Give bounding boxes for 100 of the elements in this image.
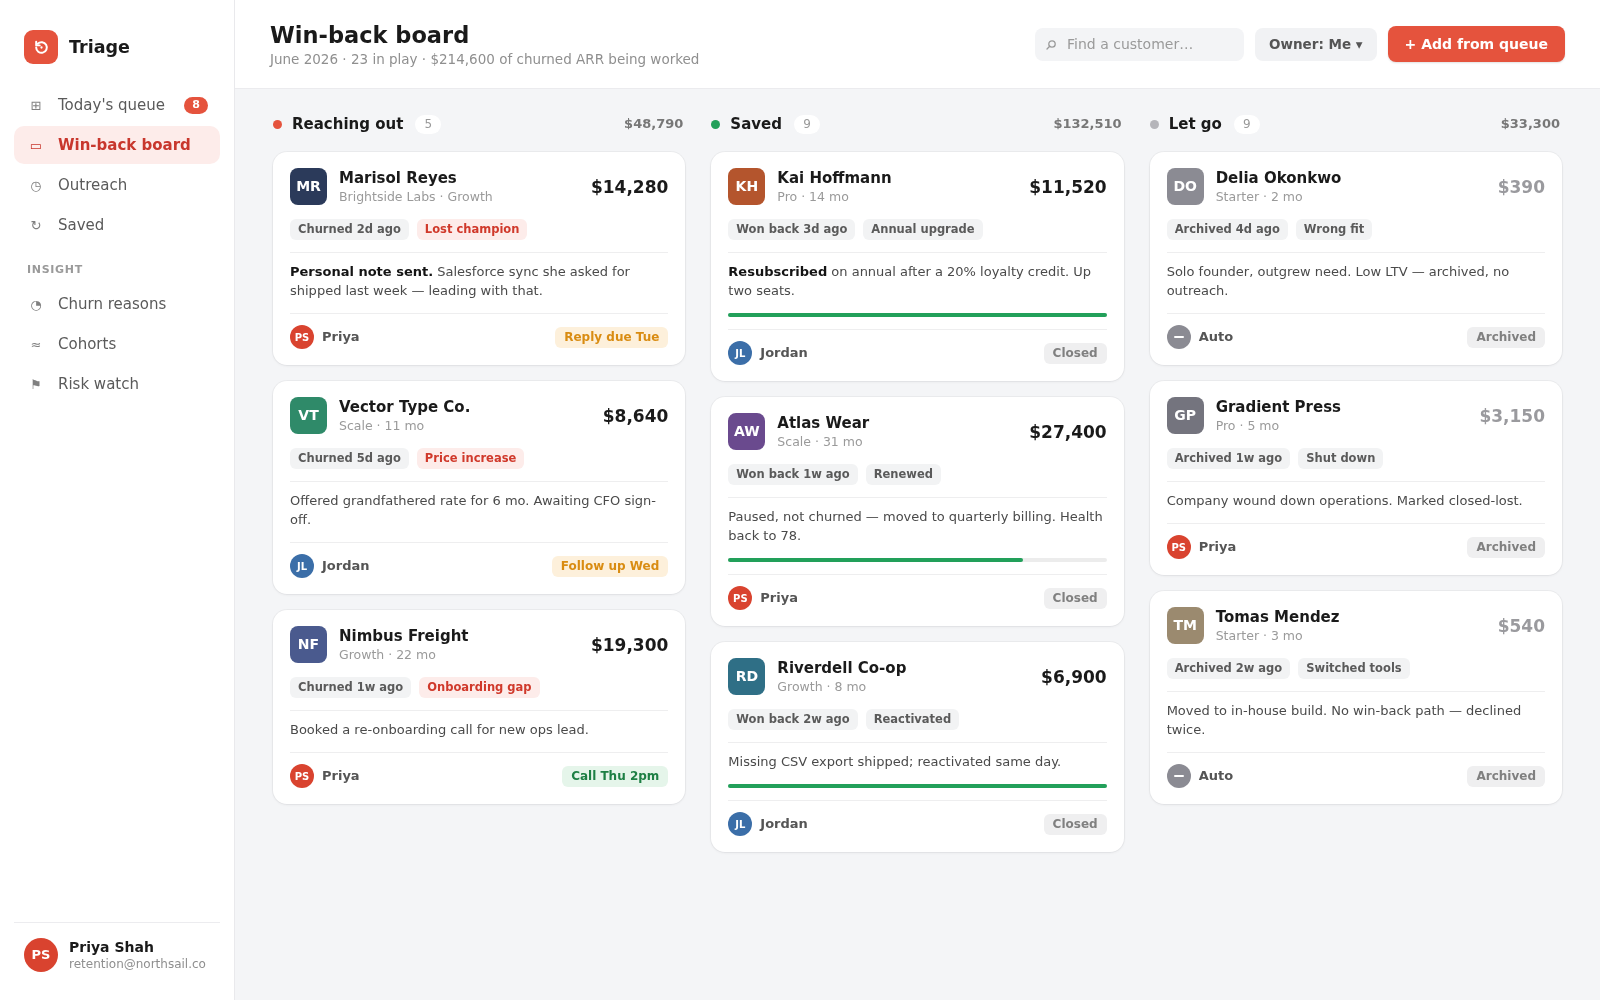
customer-name: Marisol Reyes xyxy=(339,168,458,188)
arr-amount: $27,400 xyxy=(1029,421,1107,444)
logo-icon xyxy=(24,30,58,64)
status-badge: Closed xyxy=(1043,587,1107,609)
customer-meta: Starter · 3 mo xyxy=(1215,627,1304,645)
owner-filter-button[interactable]: Owner: Me ▾ xyxy=(1255,27,1377,61)
note-text: Missing CSV export shipped; reactivated same day. xyxy=(728,753,1063,771)
nav-item[interactable]: ⚑ Risk watch xyxy=(14,365,220,403)
status-badge: Closed xyxy=(1043,813,1107,835)
column-title: Saved xyxy=(730,113,782,135)
rectangle-icon: ▭ xyxy=(29,138,43,152)
search-field[interactable]: Find a customer… xyxy=(1035,27,1245,61)
tag: Churned 5d ago xyxy=(290,448,409,469)
owner-name: Jordan xyxy=(322,557,370,576)
note-text: Solo founder, outgrew need. Low LTV — archived, no outreach. xyxy=(1166,263,1511,300)
customer-card[interactable]: GP Gradient Press Pro · 5 mo $3,150 Archived 1w ago Shut down Company wound down operations. Marked closed-lost. PS Priya Archived xyxy=(1149,381,1562,575)
wave-icon: ≈ xyxy=(29,337,43,351)
note-text: Resubscribed on annual after a 20% loyalty credit. Up two seats. xyxy=(728,263,1093,300)
customer-meta: Growth · 22 mo xyxy=(339,646,437,664)
company-avatar: TM xyxy=(1166,607,1204,644)
customer-name: Kai Hoffmann xyxy=(777,168,892,188)
minus-circle-icon xyxy=(1166,325,1191,349)
customer-name: Riverdell Co-op xyxy=(777,658,907,678)
tag: Switched tools xyxy=(1298,658,1410,679)
count-badge: 9 xyxy=(1233,114,1260,134)
customer-card[interactable]: VT Vector Type Co. Scale · 11 mo $8,640 Churned 5d ago Price increase Offered grandfathered rate for 6 mo. Awaiting CFO sign-off. JL Jordan Follow up Wed xyxy=(273,381,686,594)
arr-amount: $3,150 xyxy=(1479,405,1545,428)
owner-avatar: PS xyxy=(290,325,314,349)
tag: Price increase xyxy=(416,448,525,469)
tag: Archived 4d ago xyxy=(1166,219,1288,240)
customer-card[interactable]: TM Tomas Mendez Starter · 3 mo $540 Archived 2w ago Switched tools Moved to in-house build. No win-back path — declined twice. Auto Archived xyxy=(1149,591,1562,804)
owner-avatar: PS xyxy=(290,764,314,788)
customer-card[interactable]: DO Delia Okonkwo Starter · 2 mo $390 Archived 4d ago Wrong fit Solo founder, outgrew need. Low LTV — archived, no outreach. Auto Archived xyxy=(1149,152,1562,365)
company-avatar: DO xyxy=(1166,168,1204,205)
owner-name: Auto xyxy=(1198,328,1234,347)
arr-amount: $390 xyxy=(1497,176,1545,199)
tag: Onboarding gap xyxy=(419,677,540,698)
user-avatar: PS xyxy=(24,938,58,972)
tag: Renewed xyxy=(865,464,941,485)
status-badge: Reply due Tue xyxy=(555,326,669,348)
add-button[interactable]: + Add from queue xyxy=(1387,26,1565,62)
nav-item[interactable]: ↻ Saved xyxy=(14,206,220,244)
page-subtitle: June 2026 · 23 in play · $214,600 of churned ARR being worked xyxy=(270,49,700,68)
customer-name: Gradient Press xyxy=(1215,397,1342,417)
customer-meta: Scale · 31 mo xyxy=(777,433,864,451)
owner-name: Priya xyxy=(322,328,360,347)
company-avatar: NF xyxy=(290,626,327,663)
owner-name: Priya xyxy=(760,589,798,608)
section-heading: INSIGHT xyxy=(26,263,84,277)
company-avatar: GP xyxy=(1166,397,1204,434)
customer-card[interactable]: NF Nimbus Freight Growth · 22 mo $19,300 Churned 1w ago Onboarding gap Booked a re-onboarding call for new ops lead. PS Priya Call Thu 2pm xyxy=(273,610,686,804)
customer-name: Vector Type Co. xyxy=(339,397,471,417)
arr-amount: $19,300 xyxy=(590,634,669,657)
column-total: $33,300 xyxy=(1500,115,1561,134)
circular-arrow-icon: ↻ xyxy=(29,218,43,232)
user-email: retention@northsail.co xyxy=(69,955,206,972)
owner-name: Jordan xyxy=(760,344,808,363)
owner-avatar: JL xyxy=(728,812,753,836)
status-badge: Archived xyxy=(1467,326,1545,348)
tag: Won back 1w ago xyxy=(728,464,858,485)
company-avatar: KH xyxy=(728,168,766,205)
customer-meta: Brightside Labs · Growth xyxy=(339,188,493,206)
owner-avatar: JL xyxy=(290,554,314,578)
customer-card[interactable]: MR Marisol Reyes Brightside Labs · Growth $14,280 Churned 2d ago Lost champion Personal note sent. Salesforce sync she asked for shipped last week — leading with that. PS Priya Reply due Tue xyxy=(273,152,686,365)
count-badge: 5 xyxy=(415,114,442,134)
owner-name: Priya xyxy=(322,767,360,786)
nav-item[interactable]: ◔ Churn reasons xyxy=(14,285,220,323)
clock-icon: ◷ xyxy=(29,178,43,192)
customer-meta: Scale · 11 mo xyxy=(339,417,426,435)
tag: Reactivated xyxy=(865,709,960,730)
note-text: Moved to in-house build. No win-back path — declined twice. xyxy=(1166,702,1523,739)
tag: Won back 3d ago xyxy=(728,219,856,240)
arr-amount: $14,280 xyxy=(590,176,669,199)
grid-icon: ⊞ xyxy=(29,98,43,112)
column-title: Let go xyxy=(1168,113,1222,135)
status-badge: Follow up Wed xyxy=(551,555,669,577)
status-badge: Closed xyxy=(1043,342,1107,364)
search-icon xyxy=(1046,39,1057,50)
arr-amount: $8,640 xyxy=(602,405,669,428)
arr-amount: $11,520 xyxy=(1029,176,1107,199)
customer-name: Nimbus Freight xyxy=(339,626,469,646)
nav-item[interactable]: ◷ Outreach xyxy=(14,166,220,204)
tag: Shut down xyxy=(1298,448,1384,469)
customer-card[interactable]: AW Atlas Wear Scale · 31 mo $27,400 Won back 1w ago Renewed Paused, not churned — moved to quarterly billing. Health back to 78. PS Priya Closed xyxy=(711,397,1124,626)
arr-amount: $6,900 xyxy=(1041,666,1107,689)
customer-card[interactable]: KH Kai Hoffmann Pro · 14 mo $11,520 Won back 3d ago Annual upgrade Resubscribed on annual after a 20% loyalty credit. Up two seats. JL Jordan Closed xyxy=(711,152,1124,381)
company-avatar: AW xyxy=(728,413,766,450)
company-avatar: RD xyxy=(728,658,766,695)
nav-item[interactable]: ▭ Win-back board xyxy=(14,126,220,164)
nav-item[interactable]: ⊞ Today's queue 8 xyxy=(14,86,220,124)
customer-name: Atlas Wear xyxy=(777,413,870,433)
company-avatar: VT xyxy=(290,397,327,434)
customer-meta: Starter · 2 mo xyxy=(1215,188,1304,206)
pie-chart-icon: ◔ xyxy=(29,297,43,311)
customer-card[interactable]: RD Riverdell Co-op Growth · 8 mo $6,900 Won back 2w ago Reactivated Missing CSV export shipped; reactivated same day. JL Jordan Closed xyxy=(711,642,1124,852)
nav-item[interactable]: ≈ Cohorts xyxy=(14,325,220,363)
tag: Lost champion xyxy=(416,219,528,240)
customer-name: Delia Okonkwo xyxy=(1215,168,1342,188)
brand-name: Triage xyxy=(69,35,130,59)
user-name: Priya Shah xyxy=(69,938,155,956)
